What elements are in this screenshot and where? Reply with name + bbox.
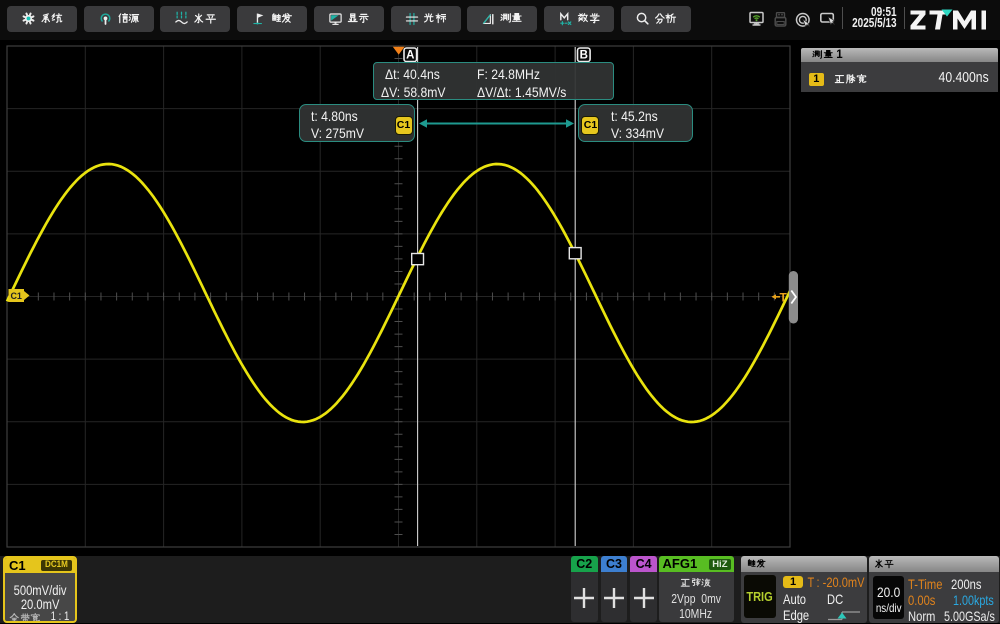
svg-text:T: T <box>780 291 788 305</box>
svg-text:A: A <box>406 50 414 62</box>
svg-text:B: B <box>580 50 588 62</box>
svg-text:C1: C1 <box>10 291 22 301</box>
